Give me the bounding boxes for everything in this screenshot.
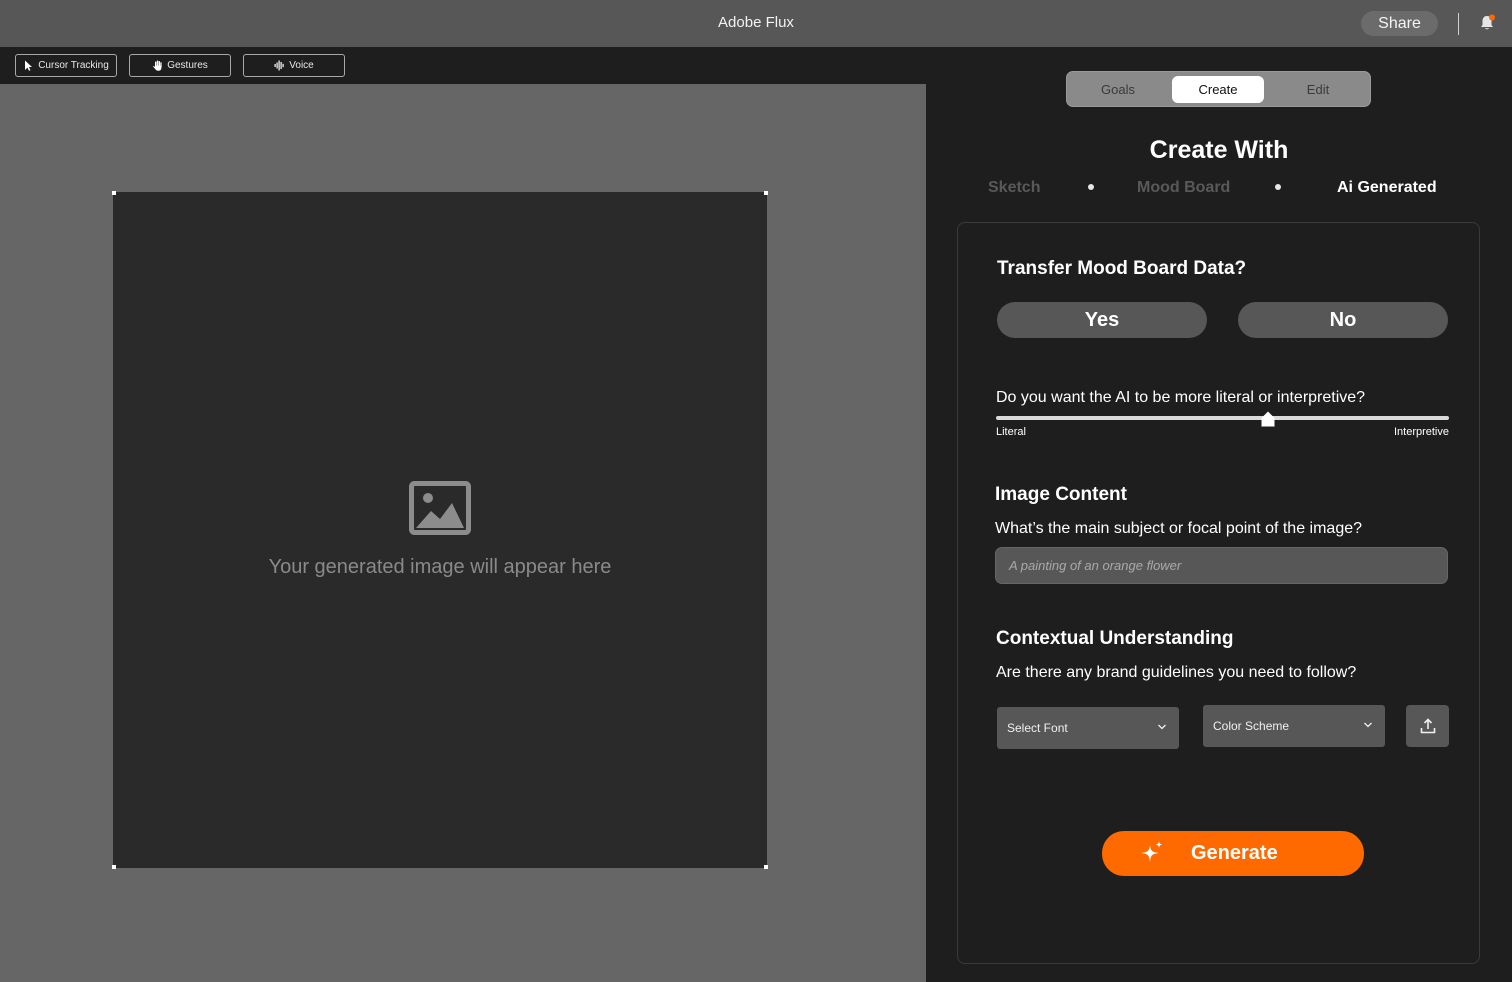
cursor-icon [25,60,33,71]
step-sketch[interactable]: Sketch [988,179,1040,197]
input-mode-toolbar: Cursor Tracking Gestures Voice [0,47,926,84]
gestures-button[interactable]: Gestures [129,54,231,77]
canvas-placeholder-text: Your generated image will appear here [268,556,612,578]
step-separator-dot [1088,184,1094,190]
notification-bell-icon[interactable] [1478,14,1496,32]
generate-button[interactable]: Generate [1102,831,1364,876]
title-bar: Adobe Flux Share [0,0,1512,47]
interpretation-slider[interactable] [996,416,1449,420]
voice-waveform-icon [274,60,284,71]
app-title: Adobe Flux [718,14,794,31]
hand-icon [153,60,162,71]
canvas-area: Your generated image will appear here [0,84,926,982]
slider-min-label: Literal [996,426,1026,438]
mode-tabs: Goals Create Edit [1066,71,1371,107]
transfer-title: Transfer Mood Board Data? [997,258,1247,279]
voice-button[interactable]: Voice [243,54,345,77]
image-content-question: What’s the main subject or focal point o… [995,520,1363,537]
canvas-corner-handle[interactable] [112,191,116,195]
color-scheme-select[interactable]: Color Scheme [1203,705,1385,747]
tab-create[interactable]: Create [1172,76,1264,103]
image-canvas[interactable]: Your generated image will appear here [112,191,768,869]
interpretation-question: Do you want the AI to be more literal or… [996,389,1366,406]
tab-edit[interactable]: Edit [1272,76,1364,103]
upload-icon [1420,718,1435,734]
tab-goals[interactable]: Goals [1072,76,1164,103]
font-select[interactable]: Select Font [997,707,1179,749]
canvas-corner-handle[interactable] [764,191,768,195]
image-icon [409,481,471,535]
voice-label: Voice [289,60,314,71]
cursor-tracking-label: Cursor Tracking [38,60,109,71]
sparkle-icon [1141,841,1163,862]
context-question: Are there any brand guidelines you need … [996,664,1357,681]
generate-label: Generate [1191,842,1278,864]
canvas-corner-handle[interactable] [112,865,116,869]
title-bar-divider [1458,13,1459,35]
panel-heading: Create With [1149,136,1289,164]
chevron-down-icon [1364,722,1372,728]
slider-thumb[interactable] [1261,411,1275,427]
upload-button[interactable] [1406,705,1449,747]
context-title: Contextual Understanding [996,628,1234,649]
step-mood-board[interactable]: Mood Board [1137,179,1230,197]
image-content-title: Image Content [995,484,1127,505]
color-scheme-value: Color Scheme [1213,719,1290,733]
gestures-label: Gestures [167,60,208,71]
create-panel: Goals Create Edit Create With Sketch Moo… [926,47,1512,982]
chevron-down-icon [1158,724,1166,730]
settings-card: Transfer Mood Board Data? Yes No Do you … [957,222,1480,964]
notification-dot [1489,14,1495,21]
share-button[interactable]: Share [1361,11,1438,36]
yes-button[interactable]: Yes [997,302,1207,338]
subject-input[interactable]: A painting of an orange flower [995,547,1448,584]
step-ai-generated[interactable]: Ai Generated [1337,179,1437,197]
canvas-corner-handle[interactable] [764,865,768,869]
step-separator-dot [1275,184,1281,190]
cursor-tracking-button[interactable]: Cursor Tracking [15,54,117,77]
font-select-value: Select Font [1007,721,1068,735]
no-button[interactable]: No [1238,302,1448,338]
slider-max-label: Interpretive [1393,426,1449,438]
